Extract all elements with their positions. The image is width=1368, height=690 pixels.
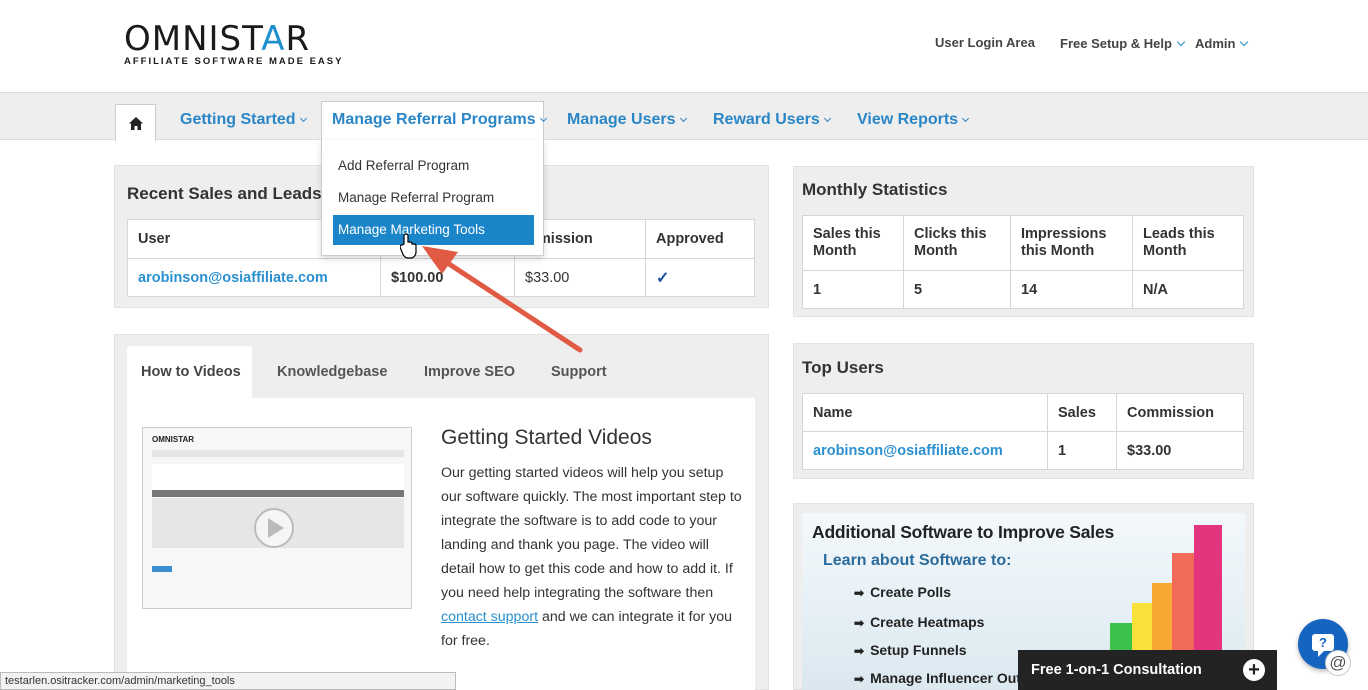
plus-icon: + (1243, 659, 1265, 681)
menu-item-add-referral-program[interactable]: Add Referral Program (333, 151, 534, 181)
top-user-commission: $33.00 (1116, 431, 1244, 470)
stat-header-clicks: Clicks this Month (903, 215, 1011, 271)
promo-item: ➡ Setup Funnels (854, 642, 967, 658)
chevron-down-icon (299, 114, 307, 123)
stat-header-sales: Sales this Month (802, 215, 904, 271)
table-header-approved: Approved (645, 219, 755, 259)
chevron-down-icon (823, 114, 831, 123)
arrow-right-icon: ➡ (854, 672, 865, 686)
checkmark-icon: ✓ (645, 258, 755, 297)
monthly-stats-table: Sales this Month Clicks this Month Impre… (802, 215, 1244, 309)
nav-manage-users[interactable]: Manage Users (567, 111, 687, 129)
top-user-email-link[interactable]: arobinson@osiaffiliate.com (813, 443, 1003, 459)
stat-impressions-value: 14 (1010, 270, 1133, 309)
table-header-sales: Sales (1047, 393, 1117, 432)
recent-sales-title: Recent Sales and Leads (127, 184, 322, 203)
free-setup-help-menu[interactable]: Free Setup & Help (1060, 36, 1186, 51)
arrow-right-icon: ➡ (854, 616, 865, 630)
stat-header-impressions: Impressions this Month (1010, 215, 1133, 271)
chevron-down-icon (679, 114, 687, 123)
stat-header-leads: Leads this Month (1132, 215, 1244, 271)
stat-leads-value: N/A (1132, 270, 1244, 309)
chevron-down-icon (962, 114, 970, 123)
monthly-stats-title: Monthly Statistics (802, 180, 948, 199)
home-button[interactable] (115, 104, 156, 141)
chevron-down-icon (1240, 37, 1249, 47)
admin-menu[interactable]: Admin (1195, 36, 1249, 51)
menu-item-manage-referral-program[interactable]: Manage Referral Program (333, 183, 534, 213)
chat-at-icon: @ (1325, 650, 1351, 676)
table-row: arobinson@osiaffiliate.com 1 $33.00 (802, 431, 1244, 470)
arrow-right-icon: ➡ (854, 644, 865, 658)
promo-item: ➡ Create Heatmaps (854, 614, 985, 630)
promo-item: ➡ Create Polls (854, 584, 951, 600)
cursor-hand-icon (400, 233, 417, 259)
video-section-title: Getting Started Videos (441, 426, 652, 449)
top-user-sales: 1 (1047, 431, 1117, 470)
top-users-table: Name Sales Commission arobinson@osiaffil… (802, 393, 1244, 470)
contact-support-link[interactable]: contact support (441, 609, 538, 625)
chevron-down-icon (539, 114, 547, 123)
logo-tagline: AFFILIATE SOFTWARE MADE EASY (124, 56, 344, 67)
svg-text:?: ? (1319, 635, 1327, 650)
stat-sales-value: 1 (802, 270, 904, 309)
logo-wordmark: OMNISTAR (124, 19, 311, 59)
user-login-area-link[interactable]: User Login Area (935, 35, 1035, 50)
nav-getting-started[interactable]: Getting Started (180, 111, 307, 129)
tab-knowledgebase[interactable]: Knowledgebase (277, 346, 387, 398)
browser-status-bar: testarlen.ositracker.com/admin/marketing… (0, 672, 456, 690)
stat-clicks-value: 5 (903, 270, 1011, 309)
annotation-arrow (400, 233, 583, 353)
table-header-commission: Commission (1116, 393, 1244, 432)
promo-item: ➡ Manage Influencer Outr (854, 670, 1027, 686)
consultation-button[interactable]: Free 1-on-1 Consultation + (1018, 650, 1277, 690)
video-thumbnail[interactable]: OMNISTAR (142, 427, 412, 609)
video-section-text: Our getting started videos will help you… (441, 465, 742, 649)
home-icon (128, 116, 143, 130)
omnistar-logo[interactable]: OMNISTAR AFFILIATE SOFTWARE MADE EASY (124, 22, 343, 67)
promo-heading: Additional Software to Improve Sales (812, 522, 1115, 542)
nav-view-reports[interactable]: View Reports (857, 111, 970, 129)
table-row: 1 5 14 N/A (802, 270, 1244, 309)
user-email-link[interactable]: arobinson@osiaffiliate.com (138, 270, 328, 286)
table-header-name: Name (802, 393, 1048, 432)
nav-manage-referral-programs[interactable]: Manage Referral Programs (332, 111, 547, 129)
tab-how-to-videos[interactable]: How to Videos (127, 346, 252, 398)
svg-text:OMNISTAR: OMNISTAR (152, 435, 194, 444)
promo-subheading: Learn about Software to: (823, 552, 1012, 569)
chevron-down-icon (1176, 37, 1186, 47)
arrow-right-icon: ➡ (854, 586, 865, 600)
nav-reward-users[interactable]: Reward Users (713, 111, 831, 129)
video-preview-image: OMNISTAR (143, 428, 411, 608)
top-users-title: Top Users (802, 358, 884, 377)
